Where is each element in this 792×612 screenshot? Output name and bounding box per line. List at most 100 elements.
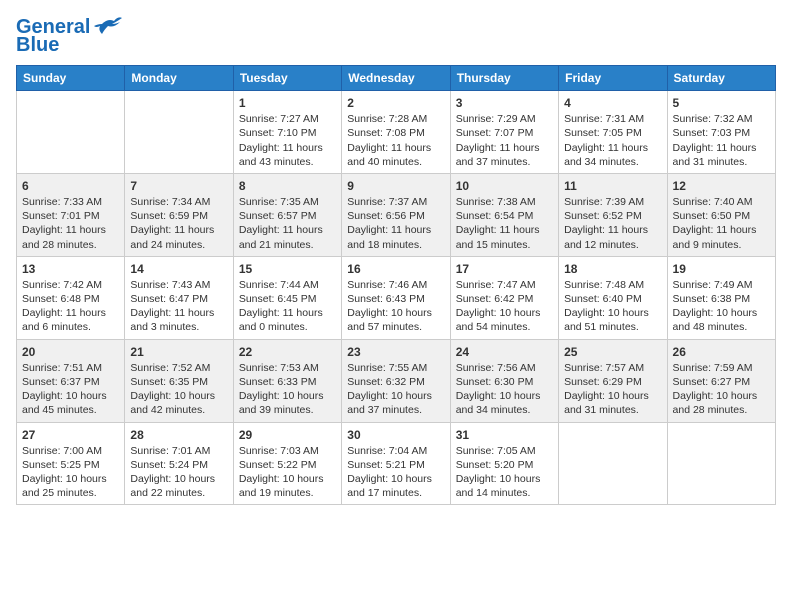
day-info: Daylight: 11 hours [564, 223, 661, 237]
day-info: Sunset: 6:32 PM [347, 375, 444, 389]
day-info: and 57 minutes. [347, 320, 444, 334]
weekday-header: Friday [559, 66, 667, 91]
day-info: Daylight: 10 hours [130, 472, 227, 486]
day-info: and 39 minutes. [239, 403, 336, 417]
day-number: 2 [347, 95, 444, 111]
day-info: and 18 minutes. [347, 238, 444, 252]
calendar-day-cell: 24Sunrise: 7:56 AMSunset: 6:30 PMDayligh… [450, 339, 558, 422]
day-info: and 12 minutes. [564, 238, 661, 252]
day-info: Daylight: 11 hours [456, 223, 553, 237]
calendar-day-cell: 29Sunrise: 7:03 AMSunset: 5:22 PMDayligh… [233, 422, 341, 505]
day-info: Sunset: 5:20 PM [456, 458, 553, 472]
weekday-header: Thursday [450, 66, 558, 91]
day-info: Daylight: 10 hours [673, 306, 770, 320]
day-info: Sunrise: 7:42 AM [22, 278, 119, 292]
day-info: Sunset: 6:35 PM [130, 375, 227, 389]
day-number: 7 [130, 178, 227, 194]
day-info: Sunrise: 7:57 AM [564, 361, 661, 375]
calendar-table: SundayMondayTuesdayWednesdayThursdayFrid… [16, 65, 776, 505]
day-number: 9 [347, 178, 444, 194]
day-info: Daylight: 11 hours [130, 223, 227, 237]
calendar-day-cell: 19Sunrise: 7:49 AMSunset: 6:38 PMDayligh… [667, 256, 775, 339]
day-info: Daylight: 11 hours [347, 223, 444, 237]
calendar-day-cell: 25Sunrise: 7:57 AMSunset: 6:29 PMDayligh… [559, 339, 667, 422]
day-info: Sunset: 6:47 PM [130, 292, 227, 306]
day-info: and 14 minutes. [456, 486, 553, 500]
day-info: and 43 minutes. [239, 155, 336, 169]
calendar-day-cell: 5Sunrise: 7:32 AMSunset: 7:03 PMDaylight… [667, 91, 775, 174]
day-info: Sunrise: 7:55 AM [347, 361, 444, 375]
day-number: 14 [130, 261, 227, 277]
day-number: 23 [347, 344, 444, 360]
page-header: General Blue [16, 16, 776, 57]
day-number: 28 [130, 427, 227, 443]
day-number: 30 [347, 427, 444, 443]
day-info: Daylight: 10 hours [130, 389, 227, 403]
day-info: Daylight: 11 hours [239, 306, 336, 320]
day-info: Daylight: 10 hours [347, 389, 444, 403]
day-info: and 28 minutes. [673, 403, 770, 417]
day-number: 21 [130, 344, 227, 360]
calendar-day-cell [667, 422, 775, 505]
calendar-day-cell: 14Sunrise: 7:43 AMSunset: 6:47 PMDayligh… [125, 256, 233, 339]
calendar-day-cell: 21Sunrise: 7:52 AMSunset: 6:35 PMDayligh… [125, 339, 233, 422]
day-info: and 9 minutes. [673, 238, 770, 252]
calendar-day-cell: 18Sunrise: 7:48 AMSunset: 6:40 PMDayligh… [559, 256, 667, 339]
day-info: Sunrise: 7:27 AM [239, 112, 336, 126]
day-info: Sunset: 6:57 PM [239, 209, 336, 223]
day-info: Sunrise: 7:32 AM [673, 112, 770, 126]
day-number: 13 [22, 261, 119, 277]
calendar-day-cell: 1Sunrise: 7:27 AMSunset: 7:10 PMDaylight… [233, 91, 341, 174]
day-number: 10 [456, 178, 553, 194]
logo-bird-icon [94, 16, 124, 38]
day-info: Sunset: 6:30 PM [456, 375, 553, 389]
calendar-day-cell: 23Sunrise: 7:55 AMSunset: 6:32 PMDayligh… [342, 339, 450, 422]
weekday-header: Saturday [667, 66, 775, 91]
day-info: and 34 minutes. [456, 403, 553, 417]
day-info: Sunrise: 7:43 AM [130, 278, 227, 292]
day-number: 24 [456, 344, 553, 360]
day-info: Daylight: 10 hours [22, 472, 119, 486]
day-info: Daylight: 10 hours [347, 306, 444, 320]
calendar-day-cell: 10Sunrise: 7:38 AMSunset: 6:54 PMDayligh… [450, 173, 558, 256]
calendar-week-row: 1Sunrise: 7:27 AMSunset: 7:10 PM Daylight… [17, 91, 776, 174]
calendar-header-row: SundayMondayTuesdayWednesdayThursdayFrid… [17, 66, 776, 91]
day-info: Sunrise: 7:40 AM [673, 195, 770, 209]
day-info: Sunset: 6:48 PM [22, 292, 119, 306]
day-info: Sunrise: 7:31 AM [564, 112, 661, 126]
day-number: 17 [456, 261, 553, 277]
weekday-header: Wednesday [342, 66, 450, 91]
day-info: Sunrise: 7:47 AM [456, 278, 553, 292]
day-info: Daylight: 11 hours [347, 141, 444, 155]
day-number: 8 [239, 178, 336, 194]
day-info: Sunrise: 7:51 AM [22, 361, 119, 375]
day-info: Sunrise: 7:59 AM [673, 361, 770, 375]
calendar-day-cell: 12Sunrise: 7:40 AMSunset: 6:50 PMDayligh… [667, 173, 775, 256]
day-number: 1 [239, 95, 336, 111]
day-info: Daylight: 11 hours [239, 223, 336, 237]
calendar-week-row: 13Sunrise: 7:42 AMSunset: 6:48 PM Dayligh… [17, 256, 776, 339]
day-info: Sunset: 6:59 PM [130, 209, 227, 223]
calendar-day-cell: 20Sunrise: 7:51 AMSunset: 6:37 PMDayligh… [17, 339, 125, 422]
day-info: and 48 minutes. [673, 320, 770, 334]
day-info: Daylight: 10 hours [239, 472, 336, 486]
day-info: Sunset: 7:10 PM [239, 126, 336, 140]
day-info: Sunset: 5:25 PM [22, 458, 119, 472]
day-number: 29 [239, 427, 336, 443]
weekday-header: Tuesday [233, 66, 341, 91]
day-info: Daylight: 10 hours [456, 389, 553, 403]
day-info: Daylight: 10 hours [564, 389, 661, 403]
day-info: and 3 minutes. [130, 320, 227, 334]
day-info: and 28 minutes. [22, 238, 119, 252]
day-number: 26 [673, 344, 770, 360]
calendar-day-cell: 9Sunrise: 7:37 AMSunset: 6:56 PMDaylight… [342, 173, 450, 256]
calendar-week-row: 20Sunrise: 7:51 AMSunset: 6:37 PMDayligh… [17, 339, 776, 422]
calendar-day-cell: 8Sunrise: 7:35 AMSunset: 6:57 PMDaylight… [233, 173, 341, 256]
day-info: and 54 minutes. [456, 320, 553, 334]
day-info: Daylight: 10 hours [456, 306, 553, 320]
day-info: Daylight: 11 hours [564, 141, 661, 155]
calendar-day-cell: 7Sunrise: 7:34 AMSunset: 6:59 PMDaylight… [125, 173, 233, 256]
day-info: Daylight: 11 hours [673, 223, 770, 237]
day-info: Sunrise: 7:53 AM [239, 361, 336, 375]
day-info: Sunset: 7:05 PM [564, 126, 661, 140]
